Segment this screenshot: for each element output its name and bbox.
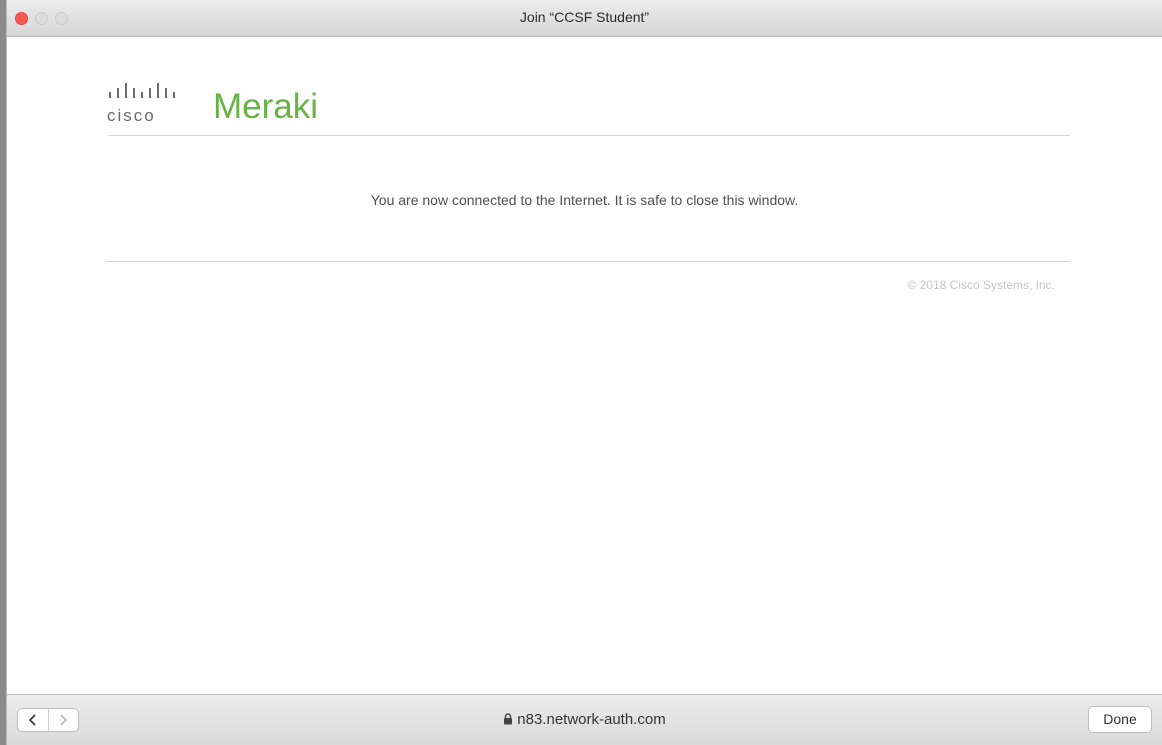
meraki-wordmark: Meraki <box>213 87 319 126</box>
url-text: n83.network-auth.com <box>517 711 666 728</box>
cisco-wordmark: cisco <box>107 106 156 125</box>
title-bar: Join “CCSF Student” <box>7 0 1162 37</box>
url-display: n83.network-auth.com <box>7 711 1162 728</box>
copyright-text: © 2018 Cisco Systems, Inc. <box>907 278 1055 292</box>
captive-portal-window: Join “CCSF Student” cisco Meraki You are… <box>6 0 1162 745</box>
bottom-toolbar: n83.network-auth.com Done <box>7 694 1162 745</box>
done-button[interactable]: Done <box>1088 706 1152 733</box>
connection-status-message: You are now connected to the Internet. I… <box>370 192 799 208</box>
page-content: cisco Meraki You are now connected to th… <box>7 37 1162 695</box>
footer-divider <box>106 261 1070 262</box>
lock-icon <box>504 713 513 725</box>
header-divider <box>108 135 1070 136</box>
window-title: Join “CCSF Student” <box>519 9 650 25</box>
